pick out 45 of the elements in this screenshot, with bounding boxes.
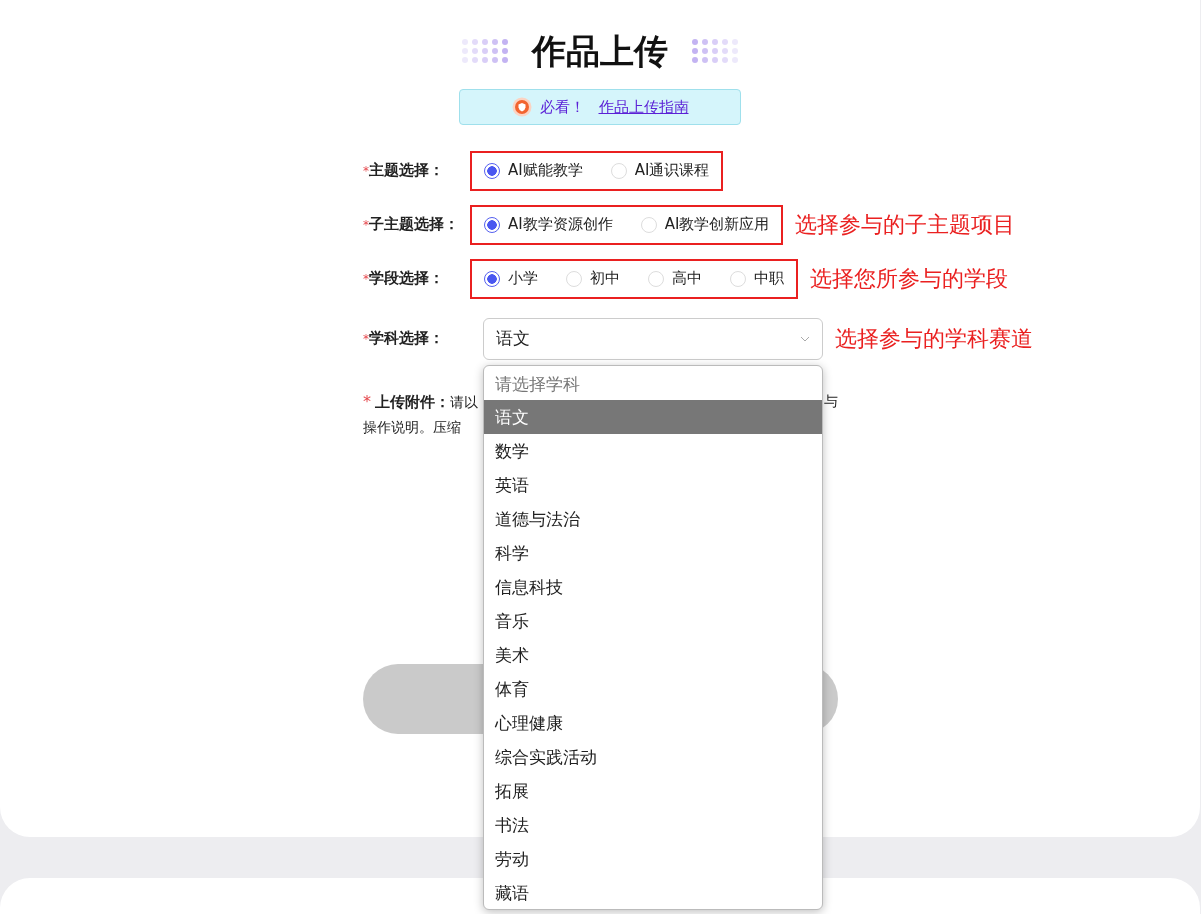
radio-option[interactable]: 高中	[648, 269, 702, 288]
field-label: *学段选择：	[363, 269, 445, 288]
field-label: *学科选择：	[363, 329, 445, 348]
dropdown-option[interactable]: 拓展	[484, 774, 822, 808]
dropdown-option[interactable]: 英语	[484, 468, 822, 502]
radio-option[interactable]: AI赋能教学	[484, 161, 583, 180]
upload-instruction: * 上传附件：请以	[363, 392, 479, 412]
dropdown-option[interactable]: 美术	[484, 638, 822, 672]
shield-icon	[511, 97, 532, 117]
subject-select[interactable]: 语文	[483, 317, 823, 360]
chevron-down-icon	[800, 335, 810, 342]
radio-button[interactable]	[484, 162, 500, 179]
dropdown-option[interactable]: 体育	[484, 672, 822, 706]
dropdown-option[interactable]: 心理健康	[484, 706, 822, 740]
annotation-text: 选择您所参与的学段	[810, 264, 1008, 293]
radio-option[interactable]: AI教学创新应用	[640, 215, 770, 234]
dropdown-option[interactable]: 信息科技	[484, 570, 822, 604]
field-label: *主题选择：	[363, 161, 445, 180]
annotation-text: 选择参与的学科赛道	[835, 324, 1033, 353]
dots-decoration-icon	[690, 38, 740, 64]
dropdown-option[interactable]: 劳动	[484, 842, 822, 876]
dropdown-option[interactable]: 音乐	[484, 604, 822, 638]
page-title: 作品上传	[532, 30, 668, 73]
dropdown-option[interactable]: 语文	[484, 400, 822, 434]
radio-option[interactable]: AI通识课程	[610, 161, 710, 180]
field-label: *子主题选择：	[363, 215, 460, 234]
dropdown-option[interactable]: 请选择学科	[484, 368, 822, 400]
radio-button[interactable]	[484, 270, 500, 287]
dropdown-option[interactable]: 科学	[484, 536, 822, 570]
dropdown-option[interactable]: 综合实践活动	[484, 740, 822, 774]
dots-decoration-icon	[460, 38, 510, 64]
radio-option[interactable]: 初中	[566, 269, 620, 288]
radio-option[interactable]: 中职	[730, 269, 784, 288]
dropdown-option[interactable]: 藏语	[484, 876, 822, 909]
guide-link[interactable]: 作品上传指南	[598, 97, 689, 117]
radio-option[interactable]: 小学	[484, 269, 538, 288]
notice-text: 必看！	[539, 97, 585, 117]
dropdown-option[interactable]: 书法	[484, 808, 822, 842]
dropdown-option[interactable]: 数学	[484, 434, 822, 468]
upload-instruction: 操作说明。压缩	[363, 419, 461, 437]
radio-option[interactable]: AI教学资源创作	[484, 215, 613, 234]
dropdown-option[interactable]: 道德与法治	[484, 502, 822, 536]
upload-instruction: 与	[824, 393, 838, 411]
radio-button[interactable]	[484, 216, 500, 233]
annotation-text: 选择参与的子主题项目	[795, 210, 1016, 239]
